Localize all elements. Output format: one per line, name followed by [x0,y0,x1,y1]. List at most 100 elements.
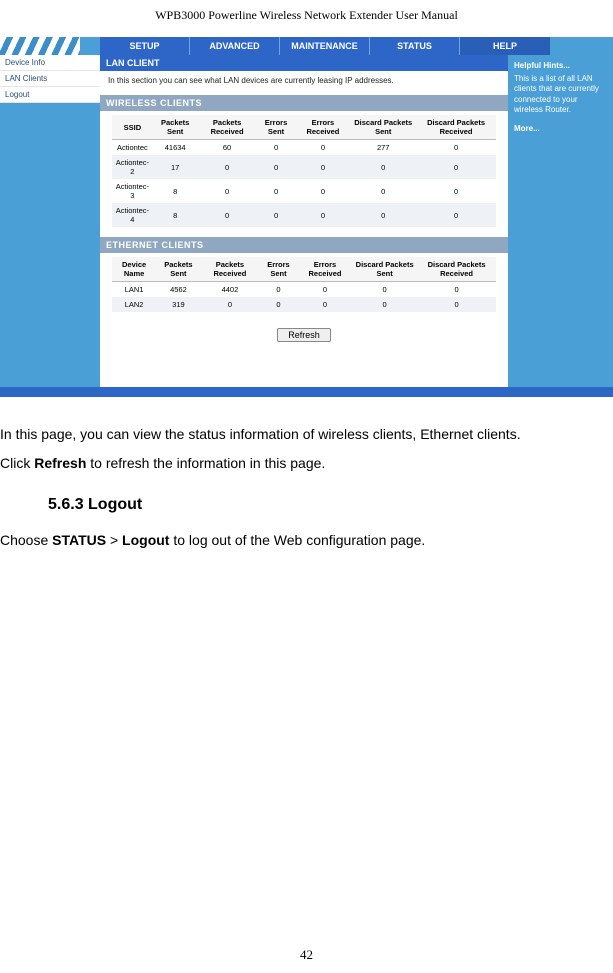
table-cell: 0 [416,179,495,203]
table-cell: 0 [350,203,416,227]
text: > [106,532,122,548]
table-cell: 0 [296,140,350,156]
help-panel: Helpful Hints... This is a list of all L… [508,55,613,139]
document-body: In this page, you can view the status in… [0,397,613,553]
tab-maintenance[interactable]: MAINTENANCE [280,37,370,55]
left-nav: Device Info LAN Clients Logout [0,55,100,103]
table-cell: 0 [298,282,352,298]
table-cell: 0 [259,282,298,298]
tab-status[interactable]: STATUS [370,37,460,55]
col-pkts-recv: Packets Received [201,257,259,282]
paragraph: Click Refresh to refresh the information… [0,450,613,477]
table-cell: Actiontec-3 [112,179,152,203]
table-cell: 0 [256,203,295,227]
table-cell: 0 [416,155,495,179]
col-pkts-sent: Packets Sent [156,257,201,282]
tab-help[interactable]: HELP [460,37,550,55]
col-device-name: Device Name [112,257,156,282]
help-more-link[interactable]: More... [514,124,607,133]
table-cell: 319 [156,297,201,312]
col-err-recv: Errors Received [298,257,352,282]
table-cell: 0 [417,282,495,298]
table-cell: 0 [350,155,416,179]
wireless-clients-title: WIRELESS CLIENTS [100,95,508,111]
paragraph: In this page, you can view the status in… [0,421,613,448]
text: Click [0,455,34,471]
nav-logout[interactable]: Logout [0,87,100,103]
header-rest: Powerline Wireless Network Extender User… [205,8,458,22]
table-cell: 0 [350,179,416,203]
table-cell: 60 [198,140,256,156]
text: to refresh the information in this page. [86,455,325,471]
col-err-sent: Errors Sent [256,115,295,140]
logo-stripes [0,37,80,55]
text: In this page, you can view the status in… [0,426,521,442]
table-cell: 0 [198,179,256,203]
table-cell: 0 [298,297,352,312]
bold-logout: Logout [122,532,169,548]
table-cell: 0 [259,297,298,312]
refresh-button[interactable]: Refresh [277,328,331,342]
wireless-clients-table: SSID Packets Sent Packets Received Error… [112,115,496,227]
tab-setup[interactable]: SETUP [100,37,190,55]
ethernet-clients-title: ETHERNET CLIENTS [100,237,508,253]
page-number: 42 [0,947,613,963]
nav-device-info[interactable]: Device Info [0,55,100,71]
top-nav: SETUP ADVANCED MAINTENANCE STATUS HELP [100,37,550,55]
lan-client-title: LAN CLIENT [100,55,508,71]
table-row: LAN1456244020000 [112,282,496,298]
text: Choose [0,532,52,548]
text: to log out of the Web configuration page… [169,532,425,548]
bold-refresh: Refresh [34,455,86,471]
main-panel: LAN CLIENT In this section you can see w… [100,55,508,390]
table-cell: 0 [352,282,417,298]
table-cell: 0 [352,297,417,312]
paragraph: Choose STATUS > Logout to log out of the… [0,527,613,554]
table-cell: 4562 [156,282,201,298]
table-cell: Actiontec-4 [112,203,152,227]
tab-advanced[interactable]: ADVANCED [190,37,280,55]
lan-client-desc: In this section you can see what LAN dev… [100,71,508,95]
section-heading-logout: 5.6.3 Logout [48,490,613,520]
bold-status: STATUS [52,532,106,548]
table-row: Actiontec-3800000 [112,179,496,203]
router-ui: SETUP ADVANCED MAINTENANCE STATUS HELP D… [0,37,613,397]
table-cell: 41634 [153,140,198,156]
table-row: Actiontec-21700000 [112,155,496,179]
table-cell: 0 [416,203,495,227]
nav-lan-clients[interactable]: LAN Clients [0,71,100,87]
table-cell: 0 [201,297,259,312]
table-cell: Actiontec-2 [112,155,152,179]
table-cell: LAN1 [112,282,156,298]
ethernet-clients-table: Device Name Packets Sent Packets Receive… [112,257,496,312]
table-row: Actiontec-4800000 [112,203,496,227]
table-cell: 0 [417,297,495,312]
table-header-row: SSID Packets Sent Packets Received Error… [112,115,496,140]
header-model: WPB3000 [155,8,205,22]
col-pkts-recv: Packets Received [198,115,256,140]
col-pkts-sent: Packets Sent [153,115,198,140]
col-disc-recv: Discard Packets Received [417,257,495,282]
table-cell: 0 [296,179,350,203]
table-cell: 0 [198,155,256,179]
table-cell: Actiontec [112,140,152,156]
table-row: Actiontec4163460002770 [112,140,496,156]
router-screenshot: SETUP ADVANCED MAINTENANCE STATUS HELP D… [0,37,613,397]
table-cell: 0 [256,140,295,156]
col-err-recv: Errors Received [296,115,350,140]
col-disc-sent: Discard Packets Sent [352,257,417,282]
table-cell: 0 [296,203,350,227]
table-cell: 4402 [201,282,259,298]
table-cell: LAN2 [112,297,156,312]
table-cell: 8 [153,203,198,227]
table-cell: 0 [416,140,495,156]
col-disc-recv: Discard Packets Received [416,115,495,140]
footer-bar [0,387,613,397]
table-cell: 0 [256,155,295,179]
refresh-row: Refresh [100,322,508,352]
col-err-sent: Errors Sent [259,257,298,282]
document-header: WPB3000 Powerline Wireless Network Exten… [0,0,613,27]
col-disc-sent: Discard Packets Sent [350,115,416,140]
col-ssid: SSID [112,115,152,140]
table-row: LAN231900000 [112,297,496,312]
